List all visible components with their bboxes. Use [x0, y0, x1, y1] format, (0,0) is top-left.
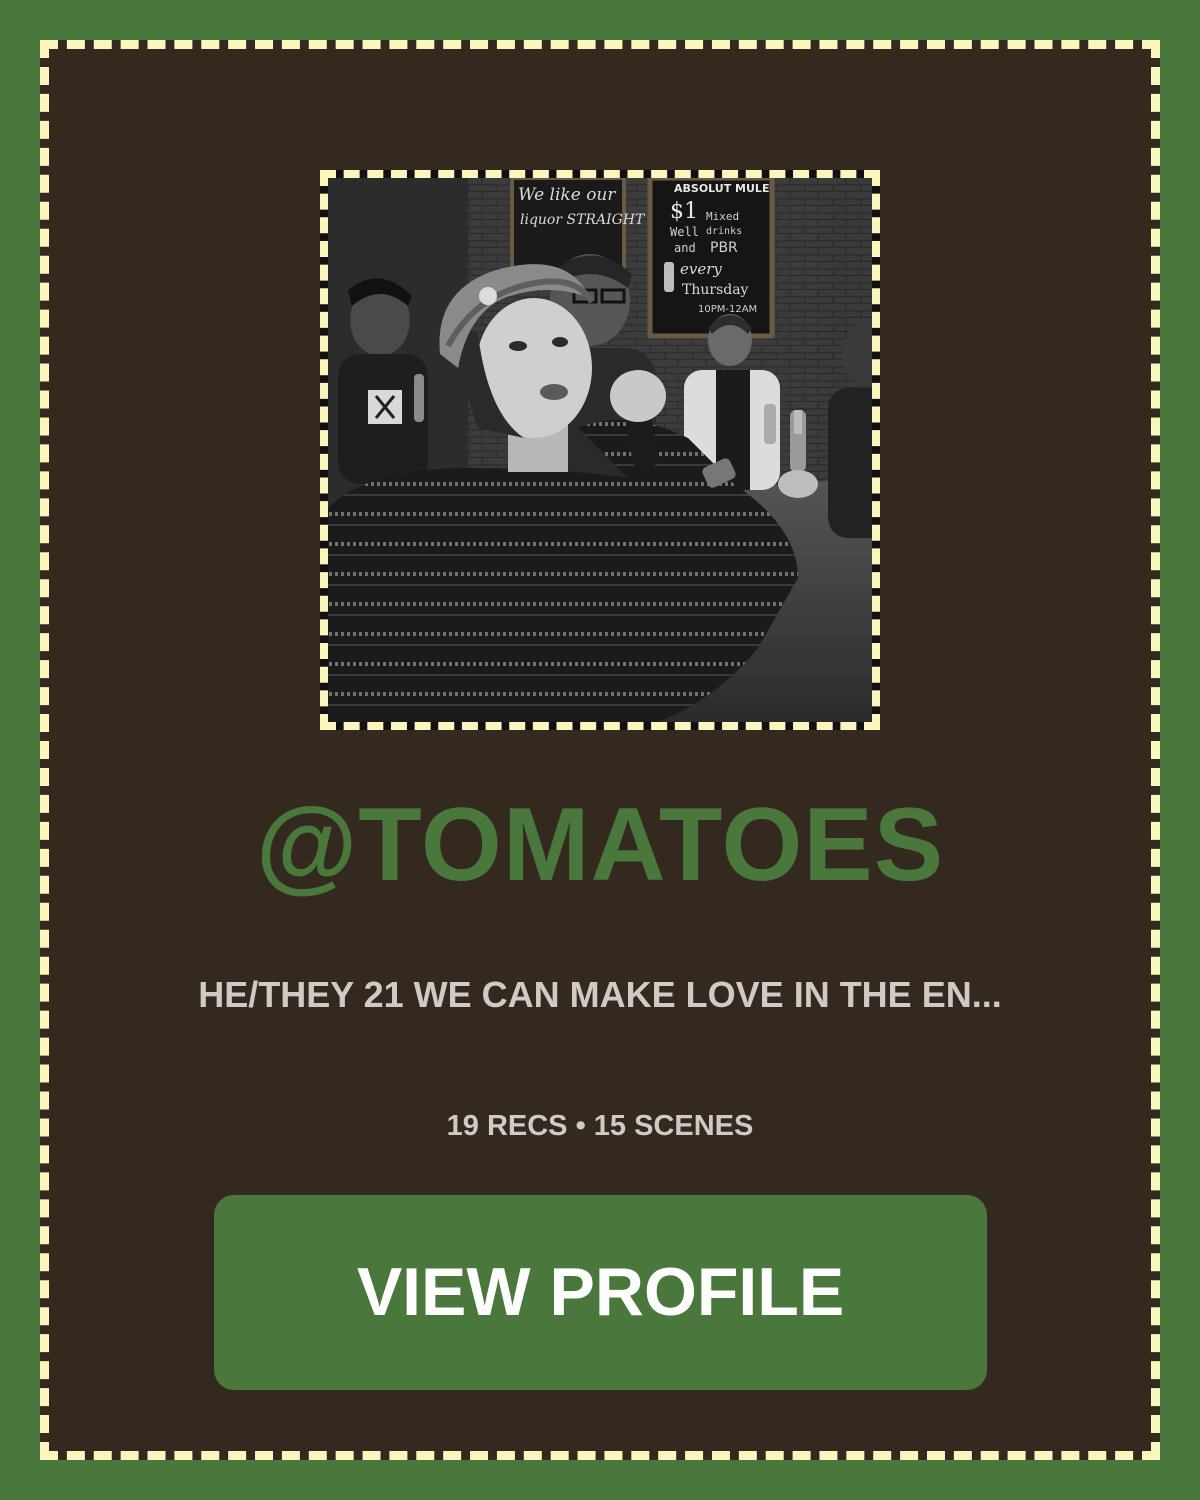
- sign-text: We like our: [518, 185, 616, 205]
- profile-photo[interactable]: We like our liquor STRAIGHT ABSOLUT MULE…: [320, 170, 880, 730]
- sign-text: every: [680, 260, 722, 278]
- profile-bio: HE/THEY 21 WE CAN MAKE LOVE IN THE EN...: [198, 974, 1002, 1015]
- sign-text: Well: [670, 225, 699, 239]
- profile-photo-image: We like our liquor STRAIGHT ABSOLUT MULE…: [328, 178, 872, 722]
- username-heading: @TOMATOES: [255, 787, 945, 903]
- sign-text: liquor STRAIGHT: [520, 212, 646, 228]
- page-background: We like our liquor STRAIGHT ABSOLUT MULE…: [0, 0, 1200, 1500]
- sign-text: Mixed: [706, 210, 739, 223]
- sign-text: 10PM-12AM: [698, 304, 757, 315]
- sign-text: drinks: [706, 226, 742, 237]
- view-profile-button[interactable]: VIEW PROFILE: [214, 1195, 987, 1390]
- sign-text: $1: [670, 199, 698, 224]
- sign-text: ABSOLUT MULE: [674, 182, 769, 195]
- profile-stats: 19 RECS • 15 SCENES: [446, 1110, 754, 1142]
- sign-text: PBR: [710, 240, 738, 256]
- sign-text: and: [674, 241, 696, 255]
- sign-text: Thursday: [682, 282, 749, 298]
